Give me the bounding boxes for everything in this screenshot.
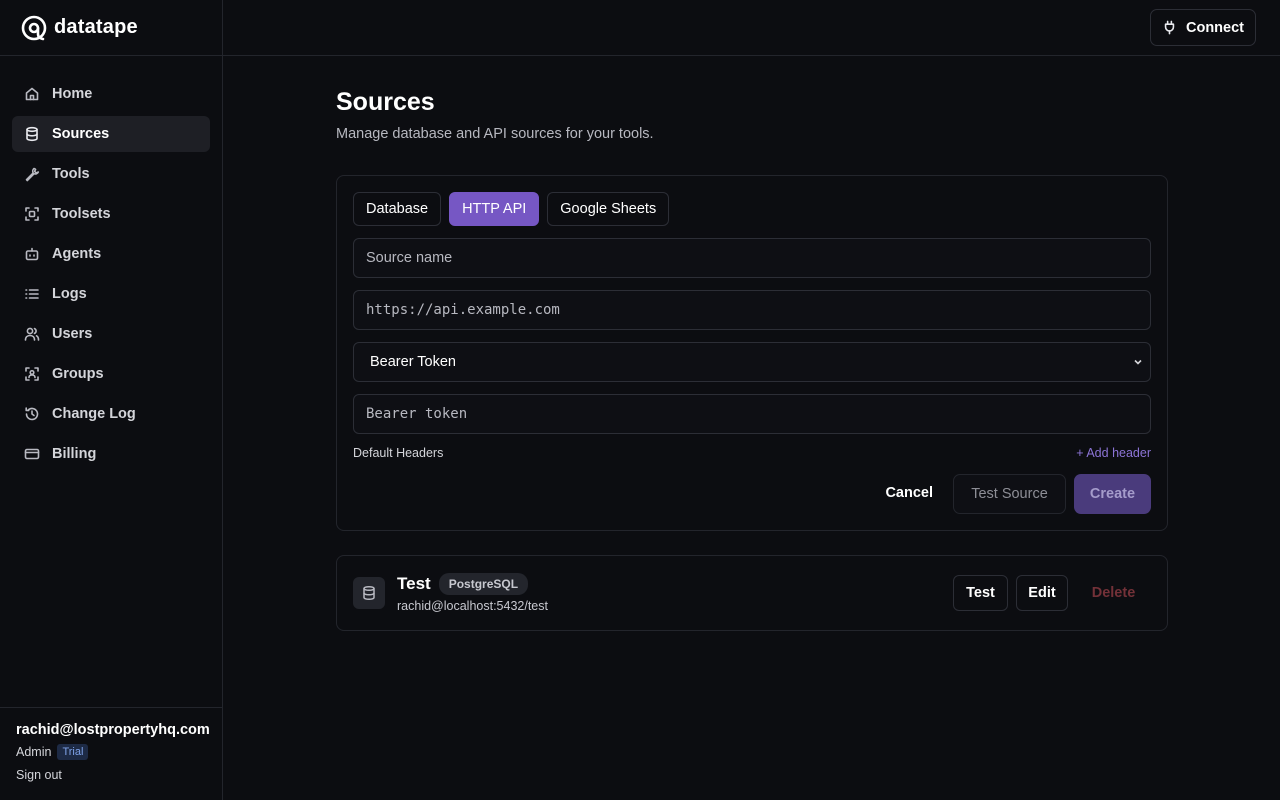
create-button[interactable]: Create xyxy=(1074,474,1151,514)
toolset-icon xyxy=(25,207,39,221)
sidebar-item-label: Home xyxy=(52,86,93,102)
new-source-form: Database HTTP API Google Sheets Bearer T… xyxy=(336,175,1168,531)
sidebar-item-users[interactable]: Users xyxy=(12,316,210,352)
sidebar-item-tools[interactable]: Tools xyxy=(12,156,210,192)
history-icon xyxy=(25,407,39,421)
default-headers-row: Default Headers + Add header xyxy=(353,446,1151,460)
brand[interactable]: datatape xyxy=(0,0,222,56)
source-actions: Test Edit Delete xyxy=(953,575,1151,611)
sidebar-item-groups[interactable]: Groups xyxy=(12,356,210,392)
base-url-input[interactable] xyxy=(366,302,1138,318)
database-icon xyxy=(363,585,375,601)
role-row: Admin Trial xyxy=(16,744,206,760)
sidebar-item-change-log[interactable]: Change Log xyxy=(12,396,210,432)
base-url-field xyxy=(353,290,1151,330)
sidebar-item-label: Logs xyxy=(52,286,87,302)
sidebar-item-label: Sources xyxy=(52,126,110,142)
source-name: Test xyxy=(397,574,431,593)
tab-database[interactable]: Database xyxy=(353,192,442,226)
credit-card-icon xyxy=(24,448,40,460)
source-type-tabs: Database HTTP API Google Sheets xyxy=(353,192,1151,226)
sidebar-item-label: Tools xyxy=(52,166,90,182)
sidebar-item-sources[interactable]: Sources xyxy=(12,116,210,152)
source-name-row: Test PostgreSQL xyxy=(397,573,548,595)
source-delete-button[interactable]: Delete xyxy=(1076,575,1151,611)
cancel-button[interactable]: Cancel xyxy=(873,473,945,513)
database-icon xyxy=(26,126,38,142)
auth-type-value: Bearer Token xyxy=(370,354,456,370)
bearer-token-input[interactable] xyxy=(366,406,1138,422)
form-actions: Cancel Test Source Create xyxy=(873,474,1151,514)
bot-icon xyxy=(25,247,39,261)
sidebar-item-toolsets[interactable]: Toolsets xyxy=(12,196,210,232)
list-icon xyxy=(25,289,39,299)
source-name-field xyxy=(353,238,1151,278)
user-email: rachid@lostpropertyhq.com xyxy=(16,722,210,738)
wrench-icon xyxy=(25,167,40,182)
sidebar-item-agents[interactable]: Agents xyxy=(12,236,210,272)
bearer-token-field xyxy=(353,394,1151,434)
sidebar-item-home[interactable]: Home xyxy=(12,76,210,112)
sidebar-item-billing[interactable]: Billing xyxy=(12,436,210,472)
users-icon xyxy=(24,327,40,341)
tab-http-api[interactable]: HTTP API xyxy=(449,192,540,226)
sidebar: datatape Home Sources Tools Toolsets Age… xyxy=(0,0,223,800)
source-icon-box xyxy=(353,577,385,609)
test-source-button[interactable]: Test Source xyxy=(953,474,1066,514)
sidebar-item-label: Users xyxy=(52,326,93,342)
source-edit-button[interactable]: Edit xyxy=(1016,575,1068,611)
sidebar-item-label: Agents xyxy=(52,246,102,262)
connect-label: Connect xyxy=(1186,19,1244,36)
page-subtitle: Manage database and API sources for your… xyxy=(336,126,654,142)
plug-icon xyxy=(1164,20,1175,35)
default-headers-label: Default Headers xyxy=(353,446,444,460)
source-name-input[interactable] xyxy=(366,250,1138,266)
plan-badge: Trial xyxy=(57,744,89,760)
sidebar-nav: Home Sources Tools Toolsets Agents Logs … xyxy=(0,56,222,472)
auth-type-select[interactable]: Bearer Token xyxy=(353,342,1151,382)
sidebar-item-label: Toolsets xyxy=(52,206,111,222)
group-icon xyxy=(25,367,39,381)
chevron-down-icon xyxy=(1134,359,1142,365)
topbar: Connect xyxy=(223,0,1280,56)
source-connection: rachid@localhost:5432/test xyxy=(397,599,548,613)
page-title: Sources xyxy=(336,88,435,116)
signout-link[interactable]: Sign out xyxy=(16,768,206,782)
source-test-button[interactable]: Test xyxy=(953,575,1008,611)
connect-button[interactable]: Connect xyxy=(1150,9,1256,46)
sidebar-item-logs[interactable]: Logs xyxy=(12,276,210,312)
sidebar-item-label: Billing xyxy=(52,446,97,462)
user-panel: rachid@lostpropertyhq.com Admin Trial Si… xyxy=(0,707,222,800)
add-header-button[interactable]: + Add header xyxy=(1076,446,1151,460)
sidebar-item-label: Groups xyxy=(52,366,104,382)
source-info: Test PostgreSQL rachid@localhost:5432/te… xyxy=(397,573,548,613)
tab-google-sheets[interactable]: Google Sheets xyxy=(547,192,670,226)
logo-icon xyxy=(21,15,47,40)
home-icon xyxy=(25,87,39,101)
user-role: Admin xyxy=(16,745,52,759)
source-type-badge: PostgreSQL xyxy=(438,573,529,595)
source-card: Test PostgreSQL rachid@localhost:5432/te… xyxy=(336,555,1168,631)
main-content: Sources Manage database and API sources … xyxy=(336,88,1168,631)
sidebar-item-label: Change Log xyxy=(52,406,136,422)
brand-name: datatape xyxy=(54,16,138,38)
